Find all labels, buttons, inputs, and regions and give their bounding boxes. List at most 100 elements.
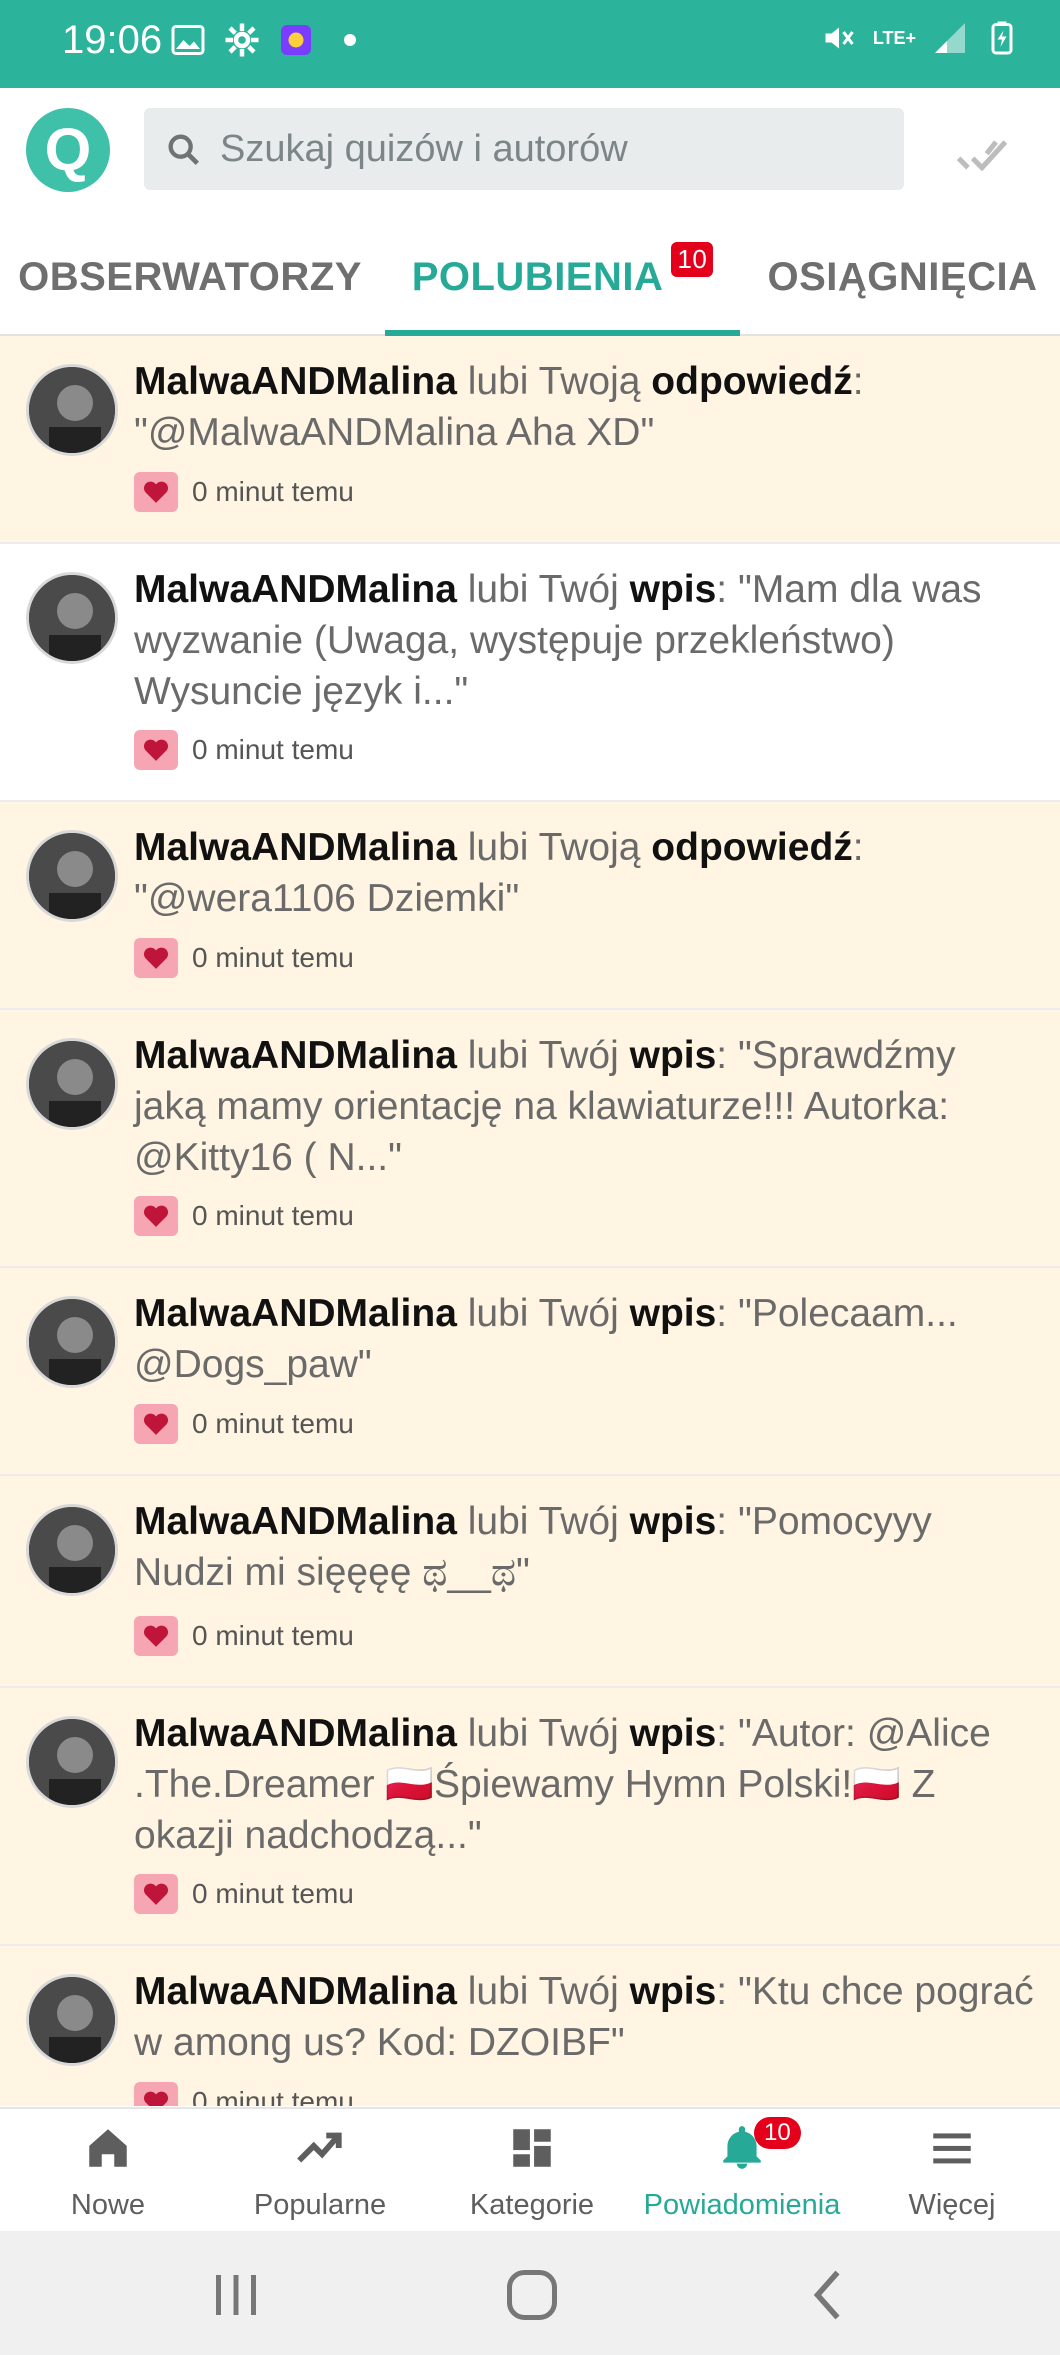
back-icon[interactable]: [800, 2265, 860, 2325]
avatar[interactable]: [26, 1296, 118, 1388]
verb: lubi Twój: [456, 1292, 630, 1335]
notification-item[interactable]: MalwaANDMalina lubi Twój wpis: "Autor: @…: [0, 1688, 1060, 1946]
tab-osiagniecia[interactable]: OSIĄGNIĘCIA: [745, 218, 1060, 336]
heart-icon: [134, 472, 178, 512]
notification-meta: 0 minut temu: [134, 1404, 354, 1444]
nav-popularne[interactable]: Popularne: [214, 2109, 426, 2233]
notification-item[interactable]: MalwaANDMalina lubi Twój wpis: "Polecaam…: [0, 1268, 1060, 1476]
notification-meta: 0 minut temu: [134, 1616, 354, 1656]
heart-icon: [134, 938, 178, 978]
app-icon: [281, 25, 311, 55]
separator: :: [852, 826, 864, 869]
heart-icon: [134, 730, 178, 770]
notification-time: 0 minut temu: [192, 942, 354, 973]
network-label: LTE+: [872, 27, 916, 48]
avatar[interactable]: [26, 572, 118, 664]
dot-icon: [344, 34, 356, 46]
avatar[interactable]: [26, 830, 118, 922]
notification-meta: 0 minut temu: [134, 1196, 354, 1236]
notification-text: MalwaANDMalina lubi Twoją odpowiedź: "@M…: [134, 356, 1034, 458]
user-name: MalwaANDMalina: [134, 1292, 457, 1335]
user-name: MalwaANDMalina: [134, 360, 457, 403]
nav-nowe[interactable]: Nowe: [2, 2109, 214, 2233]
verb: lubi Twój: [456, 1712, 630, 1755]
nav-badge: 10: [754, 2117, 801, 2149]
notification-item[interactable]: MalwaANDMalina lubi Twój wpis: "Mam dla …: [0, 544, 1060, 802]
object-type: wpis: [629, 1970, 717, 2013]
dashboard-icon: [513, 2129, 551, 2167]
signal-icon: [935, 23, 965, 53]
user-name: MalwaANDMalina: [134, 1712, 457, 1755]
notification-item[interactable]: MalwaANDMalina lubi Twoją odpowiedź: "@M…: [0, 336, 1060, 544]
home-icon: [89, 2129, 127, 2167]
avatar[interactable]: [26, 1504, 118, 1596]
status-time: 19:06: [62, 18, 163, 62]
user-name: MalwaANDMalina: [134, 1034, 457, 1077]
nav-kategorie[interactable]: Kategorie: [426, 2109, 638, 2233]
notification-time: 0 minut temu: [192, 476, 354, 507]
verb: lubi Twój: [456, 568, 630, 611]
heart-icon: [134, 1616, 178, 1656]
separator: :: [852, 360, 864, 403]
notification-text: MalwaANDMalina lubi Twój wpis: "Polecaam…: [134, 1288, 1034, 1390]
user-name: MalwaANDMalina: [134, 568, 457, 611]
status-notification-icons: [170, 22, 368, 58]
separator: :: [716, 1712, 728, 1755]
tab-obserwatorzy[interactable]: OBSERWATORZY: [0, 218, 380, 336]
object-type: wpis: [629, 1034, 717, 1077]
tab-label: OBSERWATORZY: [18, 254, 362, 299]
mark-all-read-icon[interactable]: [954, 128, 1010, 184]
object-type: wpis: [629, 568, 717, 611]
separator: :: [716, 568, 728, 611]
notification-meta: 0 minut temu: [134, 472, 354, 512]
recent-apps-icon[interactable]: [206, 2265, 266, 2325]
verb: lubi Twój: [456, 1500, 630, 1543]
notification-text: MalwaANDMalina lubi Twój wpis: "Mam dla …: [134, 564, 1034, 717]
notification-meta: 0 minut temu: [134, 730, 354, 770]
object-type: wpis: [629, 1712, 717, 1755]
avatar[interactable]: [26, 364, 118, 456]
search-icon: [168, 134, 199, 165]
notification-text: MalwaANDMalina lubi Twój wpis: "Autor: @…: [134, 1708, 1034, 1861]
notification-time: 0 minut temu: [192, 1408, 354, 1439]
verb: lubi Twój: [456, 1034, 630, 1077]
tab-label: OSIĄGNIĘCIA: [767, 254, 1038, 299]
separator: :: [716, 1292, 728, 1335]
notification-item[interactable]: MalwaANDMalina lubi Twój wpis: "Sprawdźm…: [0, 1010, 1060, 1268]
home-button-icon[interactable]: [502, 2265, 562, 2325]
notification-meta: 0 minut temu: [134, 938, 354, 978]
notification-item[interactable]: MalwaANDMalina lubi Twój wpis: "Pomocyyy…: [0, 1476, 1060, 1688]
nav-label: Kategorie: [469, 2189, 595, 2221]
search-bar[interactable]: [144, 108, 904, 190]
tab-label: POLUBIENIA: [411, 254, 664, 299]
user-name: MalwaANDMalina: [134, 1500, 457, 1543]
nav-label: Popularne: [253, 2189, 387, 2221]
nav-powiadomienia[interactable]: 10 Powiadomienia: [636, 2109, 848, 2233]
status-bar: 19:06 LTE+: [0, 0, 1060, 88]
verb: lubi Twoją: [456, 360, 652, 403]
tab-polubienia[interactable]: POLUBIENIA 10: [385, 218, 740, 336]
notification-item[interactable]: MalwaANDMalina lubi Twoją odpowiedź: "@w…: [0, 802, 1060, 1010]
nav-wiecej[interactable]: Więcej: [846, 2109, 1058, 2233]
menu-icon: [933, 2133, 971, 2164]
mute-icon: [825, 27, 854, 49]
notification-time: 0 minut temu: [192, 2086, 354, 2106]
settings-icon: [225, 23, 259, 57]
app-header: Q: [0, 88, 1060, 218]
app-logo[interactable]: Q: [26, 108, 110, 192]
status-system-icons: LTE+: [821, 20, 1020, 56]
object-type: wpis: [629, 1292, 717, 1335]
search-input[interactable]: [220, 108, 890, 190]
trending-icon: [297, 2132, 342, 2163]
separator: :: [716, 1970, 728, 2013]
notification-item[interactable]: MalwaANDMalina lubi Twój wpis: "Ktu chce…: [0, 1946, 1060, 2106]
nav-label: Powiadomienia: [643, 2189, 841, 2221]
notification-text: MalwaANDMalina lubi Twój wpis: "Ktu chce…: [134, 1966, 1034, 2068]
notification-text: MalwaANDMalina lubi Twoją odpowiedź: "@w…: [134, 822, 1034, 924]
avatar[interactable]: [26, 1974, 118, 2066]
avatar[interactable]: [26, 1038, 118, 1130]
heart-icon: [134, 1404, 178, 1444]
separator: :: [716, 1034, 728, 1077]
user-name: MalwaANDMalina: [134, 826, 457, 869]
avatar[interactable]: [26, 1716, 118, 1808]
